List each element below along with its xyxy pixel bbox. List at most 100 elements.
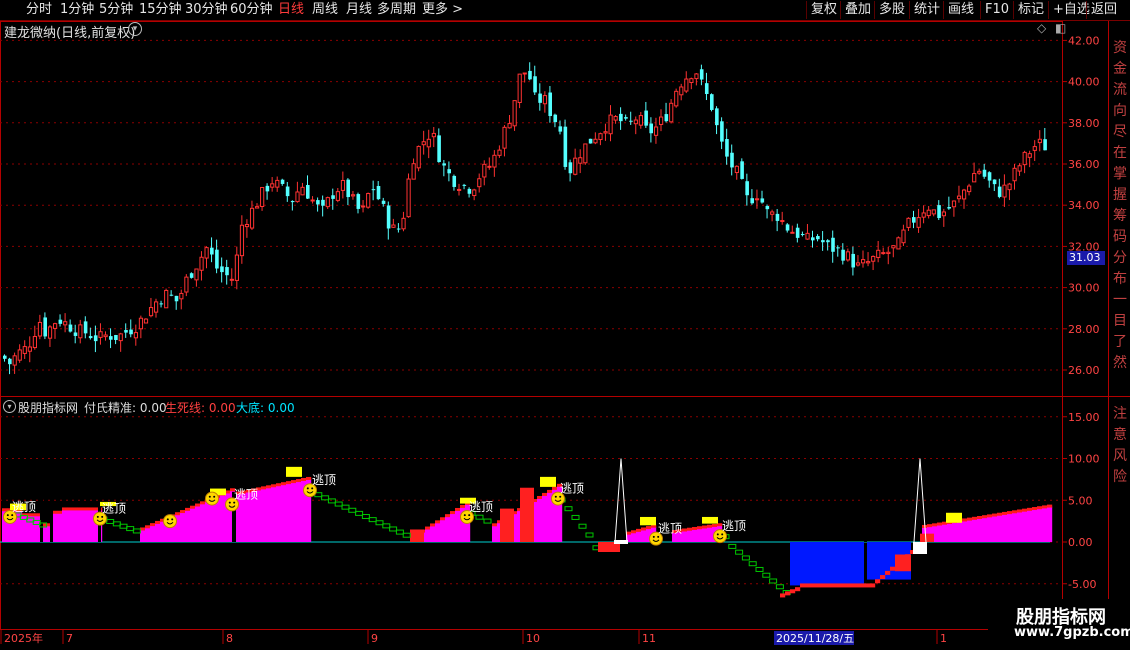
candle-body [114, 335, 118, 341]
candle-body [164, 289, 169, 309]
candle-body [335, 191, 340, 201]
pink-bar [190, 507, 196, 542]
y-tick-label: 15.00 [1068, 411, 1100, 424]
candle-body [951, 200, 957, 208]
candle-body [947, 207, 951, 209]
candle-body [866, 261, 871, 264]
yellow-cap [946, 512, 962, 523]
candle-body [391, 224, 396, 228]
red-step [537, 495, 543, 499]
red-step [175, 512, 181, 516]
red-step [1047, 504, 1053, 508]
pink-bar [200, 503, 206, 542]
pink-bar [281, 484, 287, 542]
pink-bar [57, 512, 63, 542]
candle-body [522, 72, 527, 75]
candle-body [239, 224, 245, 257]
candle-body [704, 83, 709, 95]
smiley-eye [657, 535, 660, 538]
red-step [190, 505, 196, 509]
candle-body [280, 179, 285, 184]
green-step [126, 526, 135, 532]
red-rise [520, 487, 534, 542]
candle-body [68, 324, 73, 332]
settings-icon[interactable]: ◧ [1055, 21, 1066, 35]
candle-body [553, 114, 558, 123]
signal-label: 逃顶 [560, 482, 584, 496]
candle-body [881, 252, 886, 255]
candle-body [376, 186, 381, 200]
candle-body [386, 205, 391, 229]
candle-body [684, 78, 689, 92]
candle-body [624, 117, 628, 119]
candle-body [982, 169, 987, 177]
candle-body [659, 116, 664, 125]
right-column-char: 金 [1113, 61, 1127, 77]
candle-body [381, 200, 386, 204]
right-column-char: 向 [1113, 103, 1127, 119]
indicator-toggle-icon[interactable]: ▾ [3, 400, 16, 413]
green-step [348, 507, 357, 513]
candle-body [133, 332, 139, 339]
red-bottom-step [815, 583, 821, 588]
candle-body [851, 253, 855, 268]
red-step [927, 524, 933, 528]
chevron-down-icon[interactable]: ▾ [128, 22, 142, 36]
red-step [92, 507, 98, 511]
candle-body [583, 143, 588, 164]
candle-body [568, 162, 573, 174]
pink-bar [641, 529, 647, 542]
candle-body [542, 95, 548, 105]
diamond-icon[interactable]: ◇ [1037, 21, 1046, 35]
red-bottom-step [780, 593, 786, 598]
red-step [1022, 508, 1028, 512]
right-column-char: 尽 [1113, 124, 1127, 140]
candle-body [148, 307, 154, 317]
candle-body [270, 183, 275, 188]
y-tick-label: 38.00 [1068, 117, 1100, 130]
pink-bar [692, 528, 698, 542]
candle-body [316, 200, 320, 205]
red-step [2, 508, 8, 512]
right-column-char: 目 [1113, 313, 1127, 329]
green-step [735, 549, 744, 555]
candle-body [366, 193, 371, 208]
pink-bar [286, 483, 292, 542]
yellow-cap [286, 466, 302, 477]
yellow-cap [640, 516, 656, 526]
candle-body [416, 145, 421, 169]
right-column-char: 握 [1113, 187, 1127, 203]
candle-body [452, 175, 457, 187]
candle-body [1037, 138, 1042, 144]
red-step [425, 526, 431, 530]
field-label: 付氏精准: [84, 401, 137, 415]
right-column-char: 布 [1113, 271, 1127, 287]
candle-body [816, 236, 820, 240]
candle-body [987, 172, 992, 181]
date-label: 8 [226, 632, 233, 645]
red-step [962, 518, 968, 522]
candle-body [941, 211, 946, 217]
candle-body [669, 102, 674, 123]
green-step [395, 529, 404, 535]
candle-body [159, 303, 164, 305]
red-bottom-step [825, 583, 831, 588]
field-value: 0.00 [267, 401, 295, 415]
candle-body [836, 247, 840, 249]
green-step [585, 532, 594, 538]
red-step [712, 523, 718, 527]
green-step [728, 543, 737, 549]
indicator-name: 股朋指标网 [18, 401, 79, 415]
candle-body [143, 318, 149, 324]
y-tick-label: 0.00 [1068, 536, 1093, 549]
field-label: 大底: [236, 401, 265, 415]
candle-body [118, 333, 123, 342]
smiley-eye [554, 495, 557, 498]
smiley-eye [171, 518, 174, 521]
candle-body [406, 178, 411, 218]
pink-bar [296, 481, 302, 542]
red-step [697, 526, 703, 530]
date-label: 9 [371, 632, 378, 645]
y-tick-label: 28.00 [1068, 323, 1100, 336]
pink-bar [1027, 509, 1033, 542]
